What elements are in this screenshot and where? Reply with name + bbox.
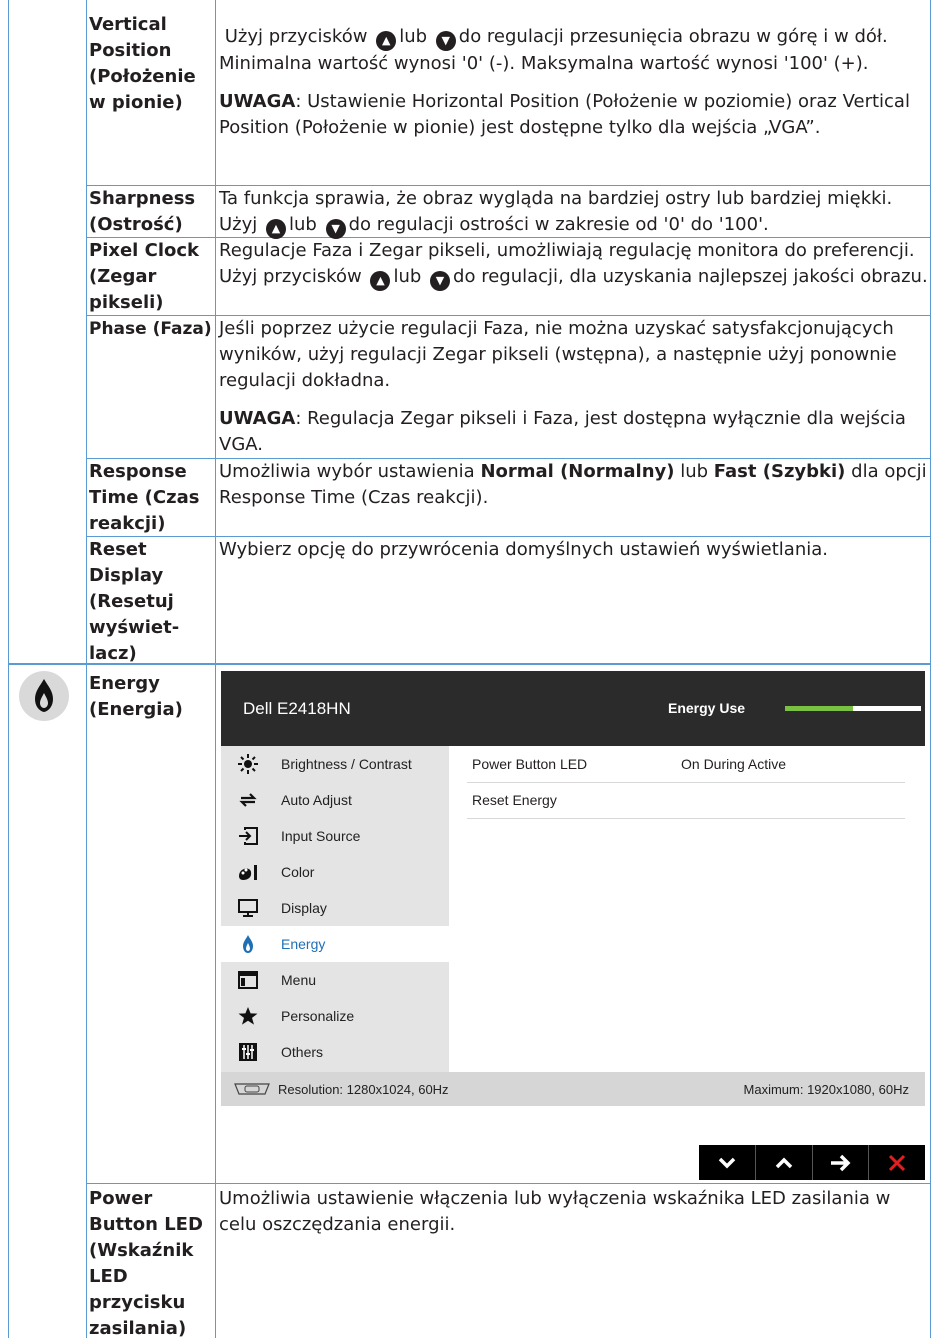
others-icon [239, 1043, 257, 1061]
energy-icon [243, 935, 253, 953]
desc-text: lub [680, 461, 709, 482]
chevron-up-icon [775, 1157, 793, 1169]
desc-text: lub [289, 214, 317, 235]
up-button[interactable] [755, 1145, 812, 1180]
star-icon [238, 1007, 258, 1025]
menu-item-label: Input Source [281, 828, 361, 844]
energy-use-fill [785, 706, 853, 711]
desc-text: Umożliwia ustawienie włączenia lub wyłąc… [219, 1188, 891, 1235]
chevron-down-icon [718, 1157, 736, 1169]
desc-reset-display: Wybierz opcję do przywrócenia domyślnych… [219, 537, 931, 563]
brightness-icon [238, 754, 258, 774]
down-button[interactable] [699, 1145, 755, 1180]
desc-sharpness: Ta funkcja sprawia, że obraz wygląda na … [219, 186, 931, 239]
desc-text: do regulacji, dla uzyskania najlepszej j… [453, 266, 928, 287]
note-text: : Ustawienie Horizontal Position (Położe… [219, 91, 910, 138]
up-arrow-icon: ▲ [376, 31, 397, 51]
osd-model-title: Dell E2418HN [243, 699, 351, 718]
input-source-icon [239, 827, 258, 845]
down-arrow-icon: ▼ [435, 31, 456, 51]
osd-main-menu: Brightness / Contrast Auto Adjust Input … [221, 746, 449, 1072]
menu-item-label: Energy [281, 936, 326, 952]
color-icon [239, 865, 257, 880]
maximum-resolution: Maximum: 1920x1080, 60Hz [743, 1082, 909, 1097]
menu-item-color[interactable]: Color [221, 854, 449, 890]
desc-phase: Jeśli poprzez użycie regulacji Faza, nie… [219, 316, 931, 458]
energy-category-icon [19, 671, 69, 721]
menu-item-input-source[interactable]: Input Source [221, 818, 449, 854]
desc-power-button-led: Umożliwia ustawienie włączenia lub wyłąc… [219, 1186, 931, 1238]
menu-item-label: Auto Adjust [281, 792, 352, 808]
setting-power-button-led[interactable]: Power Button LED On During Active [467, 746, 905, 783]
term-vertical-position: Vertical Position (Położenie w pionie) [89, 14, 196, 113]
term-phase: Phase (Faza) [89, 319, 212, 339]
osd-header: Dell E2418HN Energy Use [221, 671, 925, 746]
setting-reset-energy[interactable]: Reset Energy [467, 782, 905, 819]
current-resolution: Resolution: 1280x1024, 60Hz [278, 1082, 449, 1097]
term-sharpness: Sharpness (Ostrość) [89, 188, 196, 235]
menu-item-label: Menu [281, 972, 317, 988]
setting-value: On During Active [681, 756, 787, 772]
desc-text: Użyj przycisków [224, 26, 368, 47]
arrow-right-icon [831, 1154, 851, 1172]
menu-item-energy[interactable]: Energy [221, 926, 449, 962]
display-icon [238, 899, 258, 917]
menu-icon [238, 971, 258, 989]
menu-item-label: Others [281, 1044, 324, 1060]
row-separator [86, 1183, 931, 1184]
enter-button[interactable] [812, 1145, 869, 1180]
desc-text: Umożliwia wybór ustawienia [219, 461, 475, 482]
table-col-divider-2 [215, 0, 216, 1338]
desc-text: Wybierz opcję do przywrócenia domyślnych… [219, 539, 828, 560]
desc-text: lub [393, 266, 422, 287]
note-label: UWAGA [219, 408, 296, 429]
osd-submenu: Power Button LED On During Active Reset … [449, 746, 925, 1072]
vga-connector-icon [234, 1083, 270, 1095]
setting-label: Power Button LED [472, 756, 588, 772]
menu-item-brightness-contrast[interactable]: Brightness / Contrast [221, 746, 449, 782]
term-power-button-led: Power Button LED (Wskaźnik LED przycisku… [89, 1188, 203, 1339]
exit-button[interactable] [868, 1145, 925, 1180]
term-reset-display: Reset Display (Resetuj wyświet- lacz) [89, 539, 180, 664]
menu-item-personalize[interactable]: Personalize [221, 998, 449, 1034]
menu-item-label: Display [281, 900, 327, 916]
option-fast: Fast (Szybki) [713, 461, 846, 482]
desc-vertical-position: Użyj przycisków ▲ lub ▼ do regulacji przes… [219, 24, 931, 141]
note-label: UWAGA [219, 91, 296, 112]
close-icon [888, 1154, 906, 1172]
energy-use-bar [785, 706, 921, 711]
menu-item-label: Brightness / Contrast [281, 756, 412, 772]
desc-response-time: Umożliwia wybór ustawienia Normal (Norma… [219, 459, 931, 511]
option-normal: Normal (Normalny) [480, 461, 675, 482]
desc-pixel-clock: Regulacje Faza i Zegar pikseli, umożliwi… [219, 238, 931, 291]
energy-use-label: Energy Use [668, 700, 746, 716]
down-arrow-icon: ▼ [430, 271, 451, 291]
desc-text: Jeśli poprzez użycie regulacji Faza, nie… [219, 318, 897, 391]
up-arrow-icon: ▲ [266, 219, 287, 239]
menu-item-menu[interactable]: Menu [221, 962, 449, 998]
osd-nav-buttons [699, 1145, 925, 1180]
desc-text: lub [399, 26, 428, 47]
menu-item-others[interactable]: Others [221, 1034, 449, 1070]
term-response-time: Response Time (Czas reakcji) [89, 461, 200, 534]
term-energy: Energy (Energia) [89, 673, 183, 720]
down-arrow-icon: ▼ [325, 219, 346, 239]
menu-item-auto-adjust[interactable]: Auto Adjust [221, 782, 449, 818]
auto-adjust-icon [239, 793, 257, 807]
table-col-divider-1 [86, 0, 87, 1338]
osd-menu-window: Dell E2418HN Energy Use Brightness / Con… [221, 671, 925, 1106]
osd-footer: Resolution: 1280x1024, 60Hz Maximum: 192… [221, 1072, 925, 1106]
desc-text: do regulacji ostrości w zakresie od '0' … [348, 214, 769, 235]
setting-label: Reset Energy [472, 792, 557, 808]
menu-item-label: Color [281, 864, 315, 880]
menu-item-label: Personalize [281, 1008, 355, 1024]
note-text: : Regulacja Zegar pikseli i Faza, jest d… [219, 408, 906, 455]
term-pixel-clock: Pixel Clock (Zegar pikseli) [89, 240, 200, 313]
up-arrow-icon: ▲ [370, 271, 391, 291]
menu-item-display[interactable]: Display [221, 890, 449, 926]
table-left-border [8, 0, 9, 1338]
